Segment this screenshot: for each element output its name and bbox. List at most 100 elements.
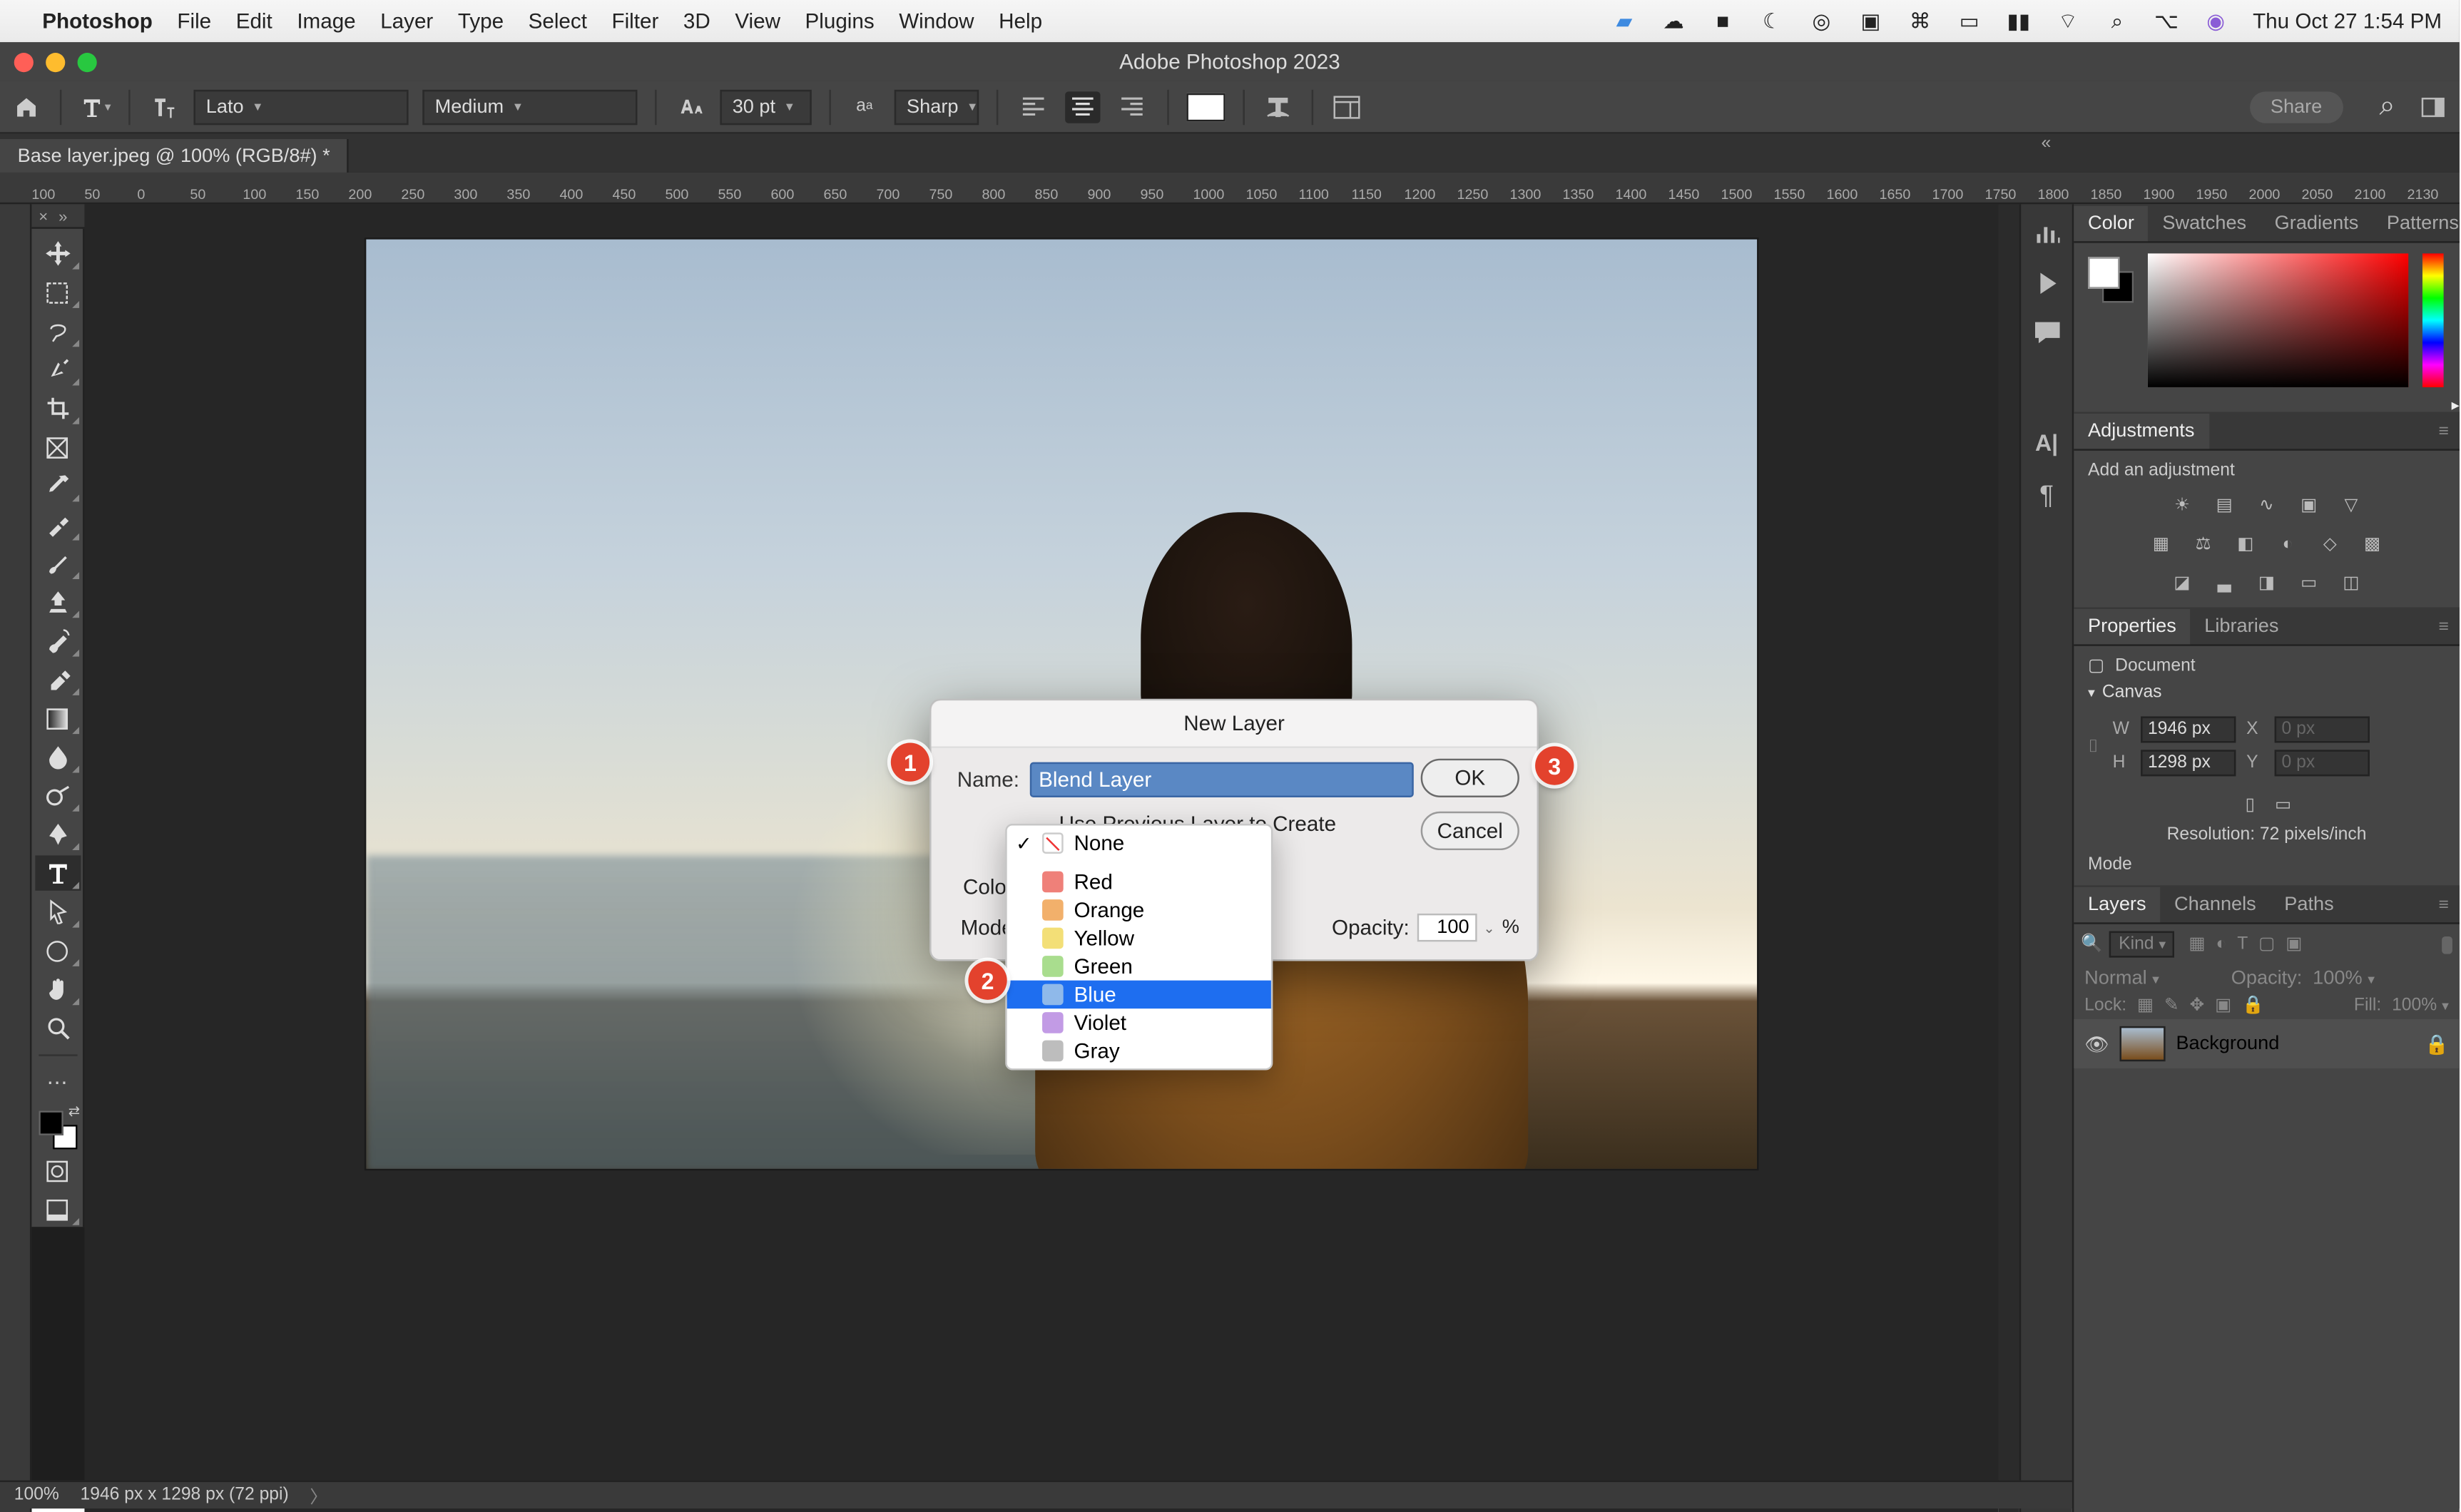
tools-panel-tab[interactable]: ×» [31,204,84,229]
dropdown-item-red[interactable]: Red [1007,868,1271,896]
eyedropper-tool[interactable] [34,468,80,503]
filter-toggle[interactable] [2442,936,2452,954]
layer-visibility-icon[interactable]: 👁 [2084,1032,2109,1055]
search-icon[interactable]: ⌕ [2371,91,2403,122]
gradient-tool[interactable] [34,700,80,735]
adj-colorlookup-icon[interactable]: ▩ [2358,530,2386,558]
history-brush-tool[interactable] [34,623,80,658]
character-panel-icon[interactable] [1331,91,1362,122]
frame-tool[interactable] [34,429,80,464]
color-field[interactable] [2148,253,2408,387]
lock-pixels-icon[interactable]: ✎ [2164,996,2179,1016]
text-orientation-icon[interactable] [148,91,179,122]
menu-plugins[interactable]: Plugins [805,9,875,34]
tab-adjustments[interactable]: Adjustments [2074,414,2208,449]
strip-icon-character[interactable]: A| [2035,429,2058,456]
quick-selection-tool[interactable] [34,352,80,387]
menubar-icon-rings[interactable]: ◎ [1809,9,1834,34]
color-panel-fgbg[interactable] [2088,257,2134,302]
menu-file[interactable]: File [177,9,211,34]
menu-3d[interactable]: 3D [683,9,710,34]
adj-invert-icon[interactable]: ◪ [2168,568,2196,596]
dropdown-item-violet[interactable]: Violet [1007,1008,1271,1036]
eraser-tool[interactable] [34,662,80,697]
lock-artboard-icon[interactable]: ▣ [2215,996,2231,1016]
adj-colorbalance-icon[interactable]: ⚖ [2189,530,2217,558]
dropdown-item-orange[interactable]: Orange [1007,896,1271,924]
menu-view[interactable]: View [735,9,780,34]
share-button[interactable]: Share [2249,91,2343,122]
strip-icon-paragraph[interactable]: ¶ [2039,481,2054,511]
menubar-icon-box[interactable]: ▣ [1858,9,1883,34]
zoom-tool[interactable] [34,1011,80,1046]
adj-selectivecolor-icon[interactable]: ◫ [2337,568,2365,596]
adj-threshold-icon[interactable]: ◨ [2253,568,2281,596]
adj-gradientmap-icon[interactable]: ▭ [2295,568,2323,596]
font-weight-select[interactable]: Medium▾ [422,89,637,124]
layer-filter-kind[interactable]: Kind ▾ [2110,931,2175,958]
dropdown-item-green[interactable]: Green [1007,952,1271,980]
filter-smart-icon[interactable]: ▣ [2286,935,2302,954]
tab-patterns[interactable]: Patterns [2373,206,2461,241]
healing-brush-tool[interactable] [34,507,80,542]
align-left-button[interactable] [1016,91,1051,122]
dropdown-item-blue[interactable]: Blue [1007,981,1271,1008]
menubar-spotlight-icon[interactable]: ⌕ [2105,9,2130,34]
lock-all-icon[interactable]: 🔒 [2242,996,2264,1016]
status-info-menu-icon[interactable]: 〉 [310,1482,327,1508]
menubar-clock[interactable]: Thu Oct 27 1:54 PM [2253,9,2442,34]
menubar-bluetooth-icon[interactable]: ⌘ [1907,9,1932,34]
screen-mode-button[interactable] [34,1192,80,1227]
brush-tool[interactable] [34,546,80,581]
font-family-select[interactable]: Lato▾ [193,89,408,124]
menubar-control-center-icon[interactable]: ⌥ [2154,9,2179,34]
tab-channels[interactable]: Channels [2160,887,2270,922]
menu-filter[interactable]: Filter [612,9,659,34]
edit-toolbar-button[interactable]: ⋯ [34,1065,80,1100]
pen-tool[interactable] [34,817,80,852]
blur-tool[interactable] [34,740,80,775]
type-tool[interactable] [34,855,80,890]
menu-select[interactable]: Select [529,9,587,34]
crop-tool[interactable] [34,391,80,426]
tab-properties[interactable]: Properties [2074,609,2190,644]
align-center-button[interactable] [1065,91,1100,122]
filter-adjust-icon[interactable]: ◐ [2216,935,2227,954]
ok-button[interactable]: OK [1421,759,1519,797]
adj-curves-icon[interactable]: ∿ [2253,491,2281,519]
menubar-wifi-icon[interactable]: ⌔ [2056,9,2081,34]
properties-panel-menu-icon[interactable]: ≡ [2428,611,2460,644]
adj-posterize-icon[interactable]: ▃ [2211,568,2238,596]
adj-photofilter-icon[interactable]: ◐ [2273,530,2301,558]
dodge-tool[interactable] [34,778,80,813]
menu-window[interactable]: Window [899,9,974,34]
font-size-select[interactable]: 30 pt▾ [720,89,811,124]
lasso-tool[interactable] [34,313,80,348]
adj-bw-icon[interactable]: ◧ [2231,530,2259,558]
width-input[interactable] [2141,716,2236,742]
hand-tool[interactable] [34,971,80,1006]
document-info[interactable]: 1946 px x 1298 px (72 ppi) [80,1486,288,1505]
height-input[interactable] [2141,750,2236,776]
workspace-switcher-icon[interactable] [2417,91,2449,122]
layer-opacity-value[interactable]: 100% ▾ [2313,968,2449,989]
menu-help[interactable]: Help [999,9,1042,34]
menu-type[interactable]: Type [458,9,504,34]
dropdown-item-none[interactable]: ✓None [1007,829,1271,857]
clone-stamp-tool[interactable] [34,584,80,619]
layer-name-input[interactable] [1030,762,1414,797]
dropdown-item-yellow[interactable]: Yellow [1007,924,1271,952]
menu-image[interactable]: Image [297,9,355,34]
menubar-icon-cloud[interactable]: ☁ [1661,9,1686,34]
adj-vibrance-icon[interactable]: ▽ [2337,491,2365,519]
adjustments-panel-menu-icon[interactable]: ≡ [2428,415,2460,449]
lock-position-icon[interactable]: ✥ [2190,996,2205,1016]
menubar-icon-moon[interactable]: ☾ [1760,9,1785,34]
tab-color[interactable]: Color [2074,206,2148,241]
align-right-button[interactable] [1114,91,1149,122]
menubar-siri-icon[interactable]: ◉ [2203,9,2228,34]
antialias-select[interactable]: Sharp▾ [895,89,979,124]
menubar-battery-icon[interactable]: ▮▮ [2007,9,2032,34]
strip-icon-play[interactable] [2036,271,2057,296]
foreground-color-swatch[interactable] [38,1110,63,1135]
